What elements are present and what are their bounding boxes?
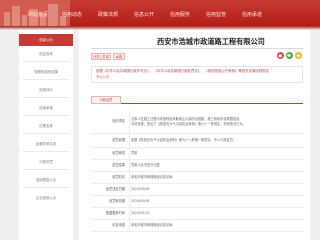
row-label: 处罚决定日期 (105, 187, 125, 192)
sidebar-item-admin-penalty[interactable]: 行政处罚 (19, 156, 73, 168)
detail-row: 处罚有效期 2024/05/08 (91, 196, 303, 208)
sidebar-item-abnormal-list[interactable]: 经营异常名录 (19, 138, 73, 150)
sidebar-item-info-public[interactable]: 信息公示 (19, 34, 73, 46)
row-value-line: 西安市城市管理和综合执法局 (131, 175, 173, 180)
nav-item-credit-supervision[interactable]: 信用监管 (205, 10, 227, 20)
nav-item-home[interactable]: 网站首页 (27, 10, 49, 20)
row-value: 依据《陕西省大气污染防治条例》第九十八条第一款规定，予以行政处罚。 (131, 134, 301, 147)
row-label: 处罚结果 (112, 163, 125, 168)
row-value-line: 2024/05/08 (131, 199, 150, 204)
detail-row: 信息来源 西安市城市管理和综合执法局 (91, 220, 303, 232)
disclosure-basis-suffix: 予以公示 (96, 75, 110, 79)
detail-row: 处罚决定日期 2023/05/08 (91, 184, 303, 196)
row-value: 罚款人民币壹万元整 (131, 160, 301, 171)
detail-row: 处罚依据 依据《陕西省大气污染防治条例》第九十八条第一款规定，予以行政处罚。 (91, 134, 303, 148)
nav-item-credit-service[interactable]: 信用服务 (169, 10, 191, 20)
share-qzone-icon[interactable] (295, 52, 302, 59)
row-value: 2023/05/08 (131, 184, 301, 195)
nav-item-credit-pledge[interactable]: 信用承诺 (241, 10, 263, 20)
row-value: 西安市城市管理和综合执法局 (131, 172, 301, 183)
row-label: 处罚种类 (112, 151, 125, 156)
row-value-line: 罚款 (131, 151, 138, 156)
row-value: 当事人在施工过程中未按规定采取扬尘污染防治措施，施工现场未设置围挡及 冲洗设施，… (131, 110, 301, 133)
row-value: 西安市城市管理和综合执法局 (131, 220, 301, 231)
page-title: 西安市浩城市政道路工程有限公司 (157, 37, 265, 46)
tab-admin-penalty[interactable]: 行政处罚 (91, 96, 121, 104)
row-value-line: 2023/05/08 (131, 187, 150, 192)
top-banner: 网站首页 信用动态 政策法规 信息公开 信用服务 信用监管 信用承诺 (0, 0, 320, 26)
sidebar-item-credit-pledge[interactable]: 信用承诺 (19, 102, 73, 114)
sidebar-item-enterprise-credit[interactable]: 企业信用公示 (19, 192, 73, 204)
row-label: 信息来源 (112, 223, 125, 228)
row-label: 违法事实 (112, 119, 125, 124)
row-value: 罚款 (131, 148, 301, 159)
detail-row: 数据更新时间 2023/05/10 (91, 208, 303, 220)
main-panel: 西安市浩城市政道路工程有限公司 分享 | 打印 纠错 依据《中华人民共和国行政许… (79, 30, 310, 240)
disclosure-basis-box: 依据《中华人民共和国行政许可法》、《中华人民共和国行政处罚法》、《政府信息公开条… (91, 66, 303, 83)
tab-bar: 行政处罚 (91, 96, 303, 104)
detail-row: 处罚机关 西安市城市管理和综合执法局 (91, 172, 303, 184)
sidebar-item-credit-rating[interactable]: 信用评价 (19, 84, 73, 96)
share-print-button[interactable]: 分享 | 打印 (91, 53, 111, 60)
row-label: 数据更新时间 (105, 211, 125, 216)
row-label: 处罚有效期 (109, 199, 125, 204)
share-weibo-icon[interactable] (277, 52, 284, 59)
detail-row: 处罚种类 罚款 (91, 148, 303, 160)
nav-item-credit-news[interactable]: 信用动态 (61, 10, 83, 20)
detail-row: 违法事实 当事人在施工过程中未按规定采取扬尘污染防治措施，施工现场未设置围挡及 … (91, 110, 303, 134)
sidebar: 信息公示 信息查询 双随机抽查结果 信用评价 信用承诺 红黑名单 经营异常名录 … (19, 30, 73, 240)
row-value-line: 罚款人民币壹万元整 (131, 163, 160, 168)
detail-row: 处罚结果 罚款人民币壹万元整 (91, 160, 303, 172)
row-value: 2023/05/10 (131, 208, 301, 219)
sidebar-item-credit-repair[interactable]: 信用修复公示 (19, 174, 73, 186)
nav-item-policy[interactable]: 政策法规 (97, 10, 119, 20)
nav-item-info-public[interactable]: 信息公开 (133, 10, 155, 20)
sidebar-item-red-black-list[interactable]: 红黑名单 (19, 120, 73, 132)
row-value-line: 依据《陕西省大气污染防治条例》第九十八条第一款规定，予以行政处罚。 (131, 138, 237, 143)
row-value-line: 2023/05/10 (131, 211, 150, 216)
disclosure-basis-text: 依据《中华人民共和国行政许可法》、《中华人民共和国行政处罚法》、《政府信息公开条… (96, 69, 269, 73)
title-divider (91, 48, 303, 49)
row-label: 处罚机关 (112, 175, 125, 180)
row-value-line: 冲洗设施，违反了《陕西省大气污染防治条例》第六十一条规定，构成违法行为。 (131, 121, 246, 126)
sidebar-item-info-query[interactable]: 信息查询 (19, 48, 73, 60)
share-wechat-icon[interactable] (286, 52, 293, 59)
row-value: 2024/05/08 (131, 196, 301, 207)
sidebar-item-random-check[interactable]: 双随机抽查结果 (19, 66, 73, 78)
report-error-button[interactable]: 纠错 (113, 53, 125, 60)
row-value-line: 西安市城市管理和综合执法局 (131, 223, 173, 228)
row-label: 处罚依据 (112, 138, 125, 143)
